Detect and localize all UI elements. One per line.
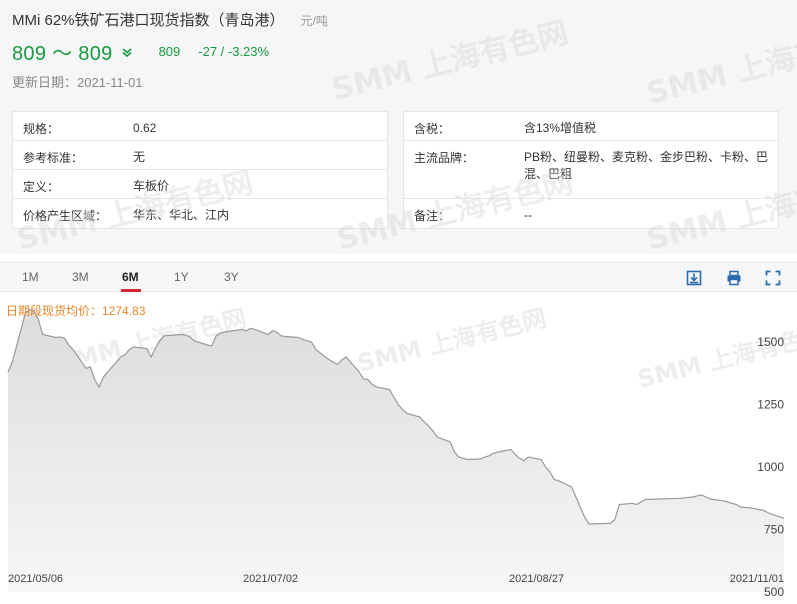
- fullscreen-icon[interactable]: [765, 270, 781, 286]
- download-icon[interactable]: [686, 270, 702, 286]
- info-value: PB粉、纽曼粉、麦克粉、金步巴粉、卡粉、巴混、巴粗: [524, 150, 769, 181]
- watermark-text: SMM 上海有色网: [355, 304, 549, 378]
- double-chevron-down-icon: [122, 47, 132, 57]
- info-key: 价格产生区域：: [23, 209, 108, 223]
- info-row-region: 价格产生区域： 华东、华北、江内: [13, 199, 387, 229]
- y-tick-label: 500: [764, 585, 784, 599]
- info-row-brands: 主流品牌： PB粉、纽曼粉、麦克粉、金步巴粉、卡粉、巴混、巴粗: [404, 141, 778, 199]
- y-tick-label: 1000: [757, 460, 784, 474]
- info-value: 含13%增值税: [524, 121, 597, 135]
- info-value: 无: [133, 150, 146, 164]
- info-key: 参考标准：: [23, 151, 84, 165]
- info-key: 含税：: [414, 122, 451, 136]
- info-key: 规格：: [23, 122, 60, 136]
- y-tick-label: 750: [764, 523, 784, 537]
- tab-1m[interactable]: 1M: [22, 270, 39, 284]
- watermark-text: SMM 上海有色网: [328, 15, 571, 107]
- tab-3y[interactable]: 3Y: [224, 270, 239, 284]
- price-change: -27 / -3.23%: [198, 44, 270, 59]
- info-value: --: [524, 208, 532, 222]
- info-panel-left: 规格： 0.62 参考标准： 无 定义： 车板价 价格产生区域： 华东、华北、江…: [12, 111, 388, 229]
- info-key: 主流品牌：: [414, 151, 475, 165]
- info-row-standard: 参考标准： 无: [13, 141, 387, 170]
- info-row-spec: 规格： 0.62: [13, 112, 387, 141]
- average-price: 809: [158, 44, 181, 59]
- range-tabs: 1M 3M 6M 1Y 3Y: [0, 262, 797, 292]
- avg-price-label: 日期段现货均价：1274.83: [6, 303, 146, 318]
- price-row: 809 ～ 809 809 -27 / -3.23%: [12, 37, 269, 66]
- x-tick-label: 2021/08/27: [509, 573, 564, 585]
- price-chart: SMM 上海有色网 SMM 上海有色网 SMM 上海有色网 1500125010…: [6, 303, 797, 599]
- x-tick-label: 2021/07/02: [243, 573, 298, 585]
- print-icon[interactable]: [726, 270, 742, 286]
- info-value: 0.62: [133, 121, 157, 135]
- unit-label: 元/吨: [300, 14, 328, 28]
- summary-section: MMi 62%铁矿石港口现货指数（青岛港） 元/吨 809 ～ 809 809 …: [0, 0, 797, 254]
- tab-1y[interactable]: 1Y: [174, 270, 189, 284]
- info-row-remark: 备注： --: [404, 199, 778, 229]
- page-title: MMi 62%铁矿石港口现货指数（青岛港）: [12, 12, 285, 29]
- info-row-tax: 含税： 含13%增值税: [404, 112, 778, 141]
- info-panel-right: 含税： 含13%增值税 主流品牌： PB粉、纽曼粉、麦克粉、金步巴粉、卡粉、巴混…: [403, 111, 779, 229]
- title-row: MMi 62%铁矿石港口现货指数（青岛港） 元/吨: [12, 9, 328, 30]
- info-value: 车板价: [133, 179, 170, 193]
- tab-6m[interactable]: 6M: [122, 270, 139, 284]
- tab-3m[interactable]: 3M: [72, 270, 89, 284]
- info-row-definition: 定义： 车板价: [13, 170, 387, 199]
- watermark-text: SMM 上海有色网: [643, 19, 797, 111]
- y-tick-label: 1250: [757, 398, 784, 412]
- price-range: 809 ～ 809: [12, 43, 113, 65]
- info-key: 定义：: [23, 180, 60, 194]
- chart-section: 1M 3M 6M 1Y 3Y SMM 上海有色网 SMM 上海有色网 SMM 上…: [0, 262, 797, 604]
- y-tick-label: 1500: [757, 335, 784, 349]
- watermark-text: SMM 上海有色网: [635, 320, 797, 394]
- info-value: 华东、华北、江内: [133, 208, 230, 222]
- info-key: 备注：: [414, 209, 451, 223]
- x-tick-label: 2021/11/01: [730, 573, 784, 585]
- x-tick-label: 2021/05/06: [8, 573, 63, 585]
- update-date: 更新日期：2021-11-01: [12, 75, 143, 90]
